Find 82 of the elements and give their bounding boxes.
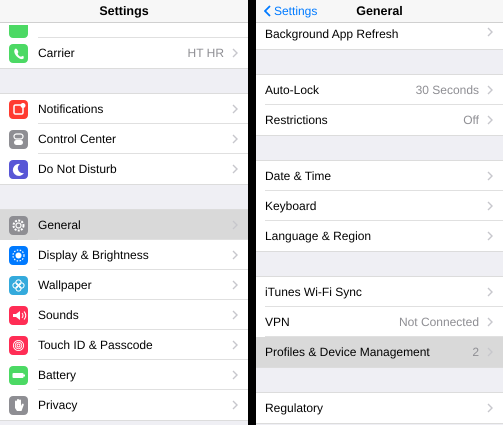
chevron-icon — [487, 115, 493, 125]
sun-icon — [9, 246, 28, 264]
chevron-icon — [232, 310, 238, 320]
row-label: Regulatory — [265, 401, 324, 415]
speaker-icon — [9, 306, 28, 324]
row-label: iTunes Wi-Fi Sync — [265, 285, 363, 299]
chevron-icon — [232, 370, 238, 380]
row-label: Touch ID & Passcode — [38, 338, 154, 352]
list-row[interactable]: General — [0, 210, 248, 240]
chevron-icon — [487, 171, 493, 181]
list-row[interactable]: Battery — [0, 360, 248, 390]
row-label: Privacy — [38, 398, 78, 412]
row-label: Date & Time — [265, 169, 332, 183]
chevron-icon — [232, 340, 238, 350]
chevron-icon — [232, 134, 238, 144]
row-label: Control Center — [38, 132, 118, 146]
back-button[interactable]: Settings — [264, 4, 318, 18]
battery-icon — [9, 366, 28, 384]
list-row[interactable]: Sounds — [0, 300, 248, 330]
row-label: VPN — [265, 315, 291, 329]
list-row[interactable]: Auto-Lock 30 Seconds — [256, 75, 503, 105]
list-row[interactable]: Keyboard — [256, 191, 503, 221]
list-row[interactable]: Language & Region — [256, 221, 503, 251]
list-row[interactable] — [0, 23, 248, 38]
chevron-icon — [487, 85, 493, 95]
row-label: Display & Brightness — [38, 248, 150, 262]
list-row[interactable]: iTunes Wi-Fi Sync — [256, 277, 503, 307]
chevron-icon — [232, 400, 238, 410]
row-label: Profiles & Device Management — [265, 345, 431, 359]
row-label: Restrictions — [265, 113, 329, 127]
row-value: 2 — [472, 345, 479, 359]
nav-title: Settings — [99, 4, 149, 18]
row-label: General — [38, 218, 82, 232]
row-label: Keyboard — [265, 199, 318, 213]
flower-icon — [9, 276, 28, 294]
list-row[interactable]: Touch ID & Passcode — [0, 330, 248, 360]
row-value: Not Connected — [398, 315, 479, 329]
list-row[interactable]: Wallpaper — [0, 270, 248, 300]
chevron-icon — [232, 164, 238, 174]
row-label: Do Not Disturb — [38, 162, 118, 176]
list-row[interactable]: Display & Brightness — [0, 240, 248, 270]
list-row[interactable]: Regulatory — [256, 393, 503, 423]
row-label: Auto-Lock — [265, 83, 320, 97]
nav-title: General — [356, 4, 403, 18]
list-row[interactable]: Notifications — [0, 94, 248, 124]
moon-icon — [9, 160, 28, 178]
phone-icon — [9, 44, 28, 62]
back-chevron-icon — [264, 5, 271, 17]
chevron-icon — [487, 287, 493, 297]
row-label: Notifications — [38, 102, 104, 116]
chevron-icon — [487, 231, 493, 241]
row-value: Off — [463, 113, 479, 127]
chevron-icon — [487, 201, 493, 211]
list-row[interactable]: Privacy — [0, 390, 248, 420]
chevron-icon — [232, 250, 238, 260]
row-label: Carrier — [38, 46, 76, 60]
app-icon — [9, 25, 28, 38]
list-row[interactable]: Profiles & Device Management 2 — [256, 337, 503, 367]
list-row[interactable]: VPN Not Connected — [256, 307, 503, 337]
chevron-icon — [232, 280, 238, 290]
chevron-icon — [232, 48, 238, 58]
chevron-icon — [487, 317, 493, 327]
list-row[interactable]: Control Center — [0, 124, 248, 154]
list-row[interactable]: Do Not Disturb — [0, 154, 248, 184]
list-row[interactable]: Background App Refresh — [256, 23, 503, 49]
gear-icon — [9, 216, 28, 234]
chevron-icon — [487, 27, 493, 37]
notification-icon — [9, 100, 28, 118]
row-label: Background App Refresh — [265, 27, 400, 41]
row-label: Wallpaper — [38, 278, 93, 292]
list-row[interactable]: Restrictions Off — [256, 105, 503, 135]
chevron-icon — [487, 403, 493, 413]
list-row[interactable]: Date & Time — [256, 161, 503, 191]
row-label: Language & Region — [265, 229, 372, 243]
hand-icon — [9, 396, 28, 414]
toggle-icon — [9, 130, 28, 148]
list-row[interactable]: Carrier HT HR — [0, 38, 248, 68]
row-value: HT HR — [188, 46, 224, 60]
chevron-icon — [232, 104, 238, 114]
row-label: Battery — [38, 368, 78, 382]
row-value: 30 Seconds — [416, 83, 479, 97]
row-label: Sounds — [38, 308, 80, 322]
